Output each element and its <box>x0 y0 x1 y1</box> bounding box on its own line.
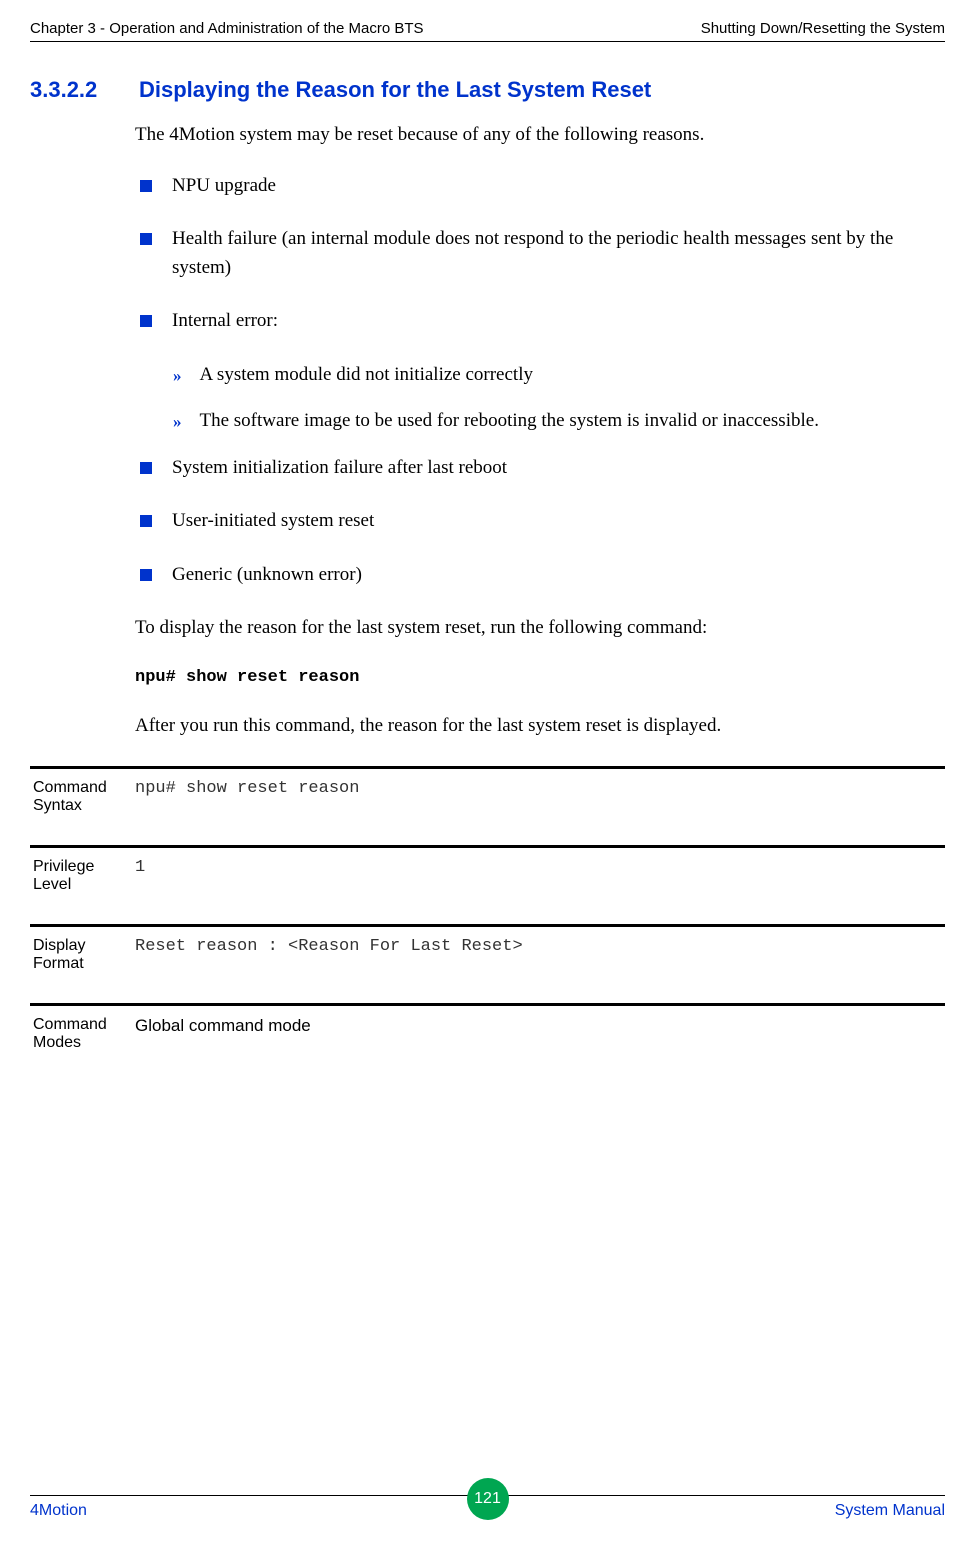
section-number: 3.3.2.2 <box>30 77 135 103</box>
row-value: npu# show reset reason <box>135 779 945 815</box>
header-right: Shutting Down/Resetting the System <box>701 20 945 37</box>
table-row: Command Syntax npu# show reset reason <box>30 766 945 845</box>
square-bullet-icon <box>140 569 152 581</box>
list-item: Health failure (an internal module does … <box>135 225 945 282</box>
row-label: Display Format <box>30 937 135 973</box>
reason-list-continued: System initialization failure after last… <box>135 454 945 590</box>
command-line: npu# show reset reason <box>135 665 945 691</box>
intro-paragraph: The 4Motion system may be reset because … <box>135 121 945 150</box>
list-item-text: User-initiated system reset <box>172 507 374 536</box>
table-row: Command Modes Global command mode <box>30 1003 945 1082</box>
list-item: System initialization failure after last… <box>135 454 945 483</box>
instruction-paragraph: To display the reason for the last syste… <box>135 614 945 643</box>
list-item: Internal error: <box>135 307 945 336</box>
page-footer: 4Motion 121 System Manual <box>30 1495 945 1520</box>
sub-list-item-text: A system module did not initialize corre… <box>200 361 533 390</box>
sub-list-item: » The software image to be used for rebo… <box>173 407 945 436</box>
footer-right: System Manual <box>835 1502 945 1520</box>
row-label: Privilege Level <box>30 858 135 894</box>
row-label: Command Syntax <box>30 779 135 815</box>
row-value: 1 <box>135 858 945 894</box>
list-item-text: NPU upgrade <box>172 172 276 201</box>
row-value: Global command mode <box>135 1016 945 1052</box>
section-title: Displaying the Reason for the Last Syste… <box>139 77 651 103</box>
list-item: Generic (unknown error) <box>135 561 945 590</box>
square-bullet-icon <box>140 233 152 245</box>
sub-list-item-text: The software image to be used for reboot… <box>200 407 819 436</box>
row-value: Reset reason : <Reason For Last Reset> <box>135 937 945 973</box>
section-heading: 3.3.2.2 Displaying the Reason for the La… <box>30 77 945 103</box>
guillemet-icon: » <box>173 409 182 435</box>
table-row: Display Format Reset reason : <Reason Fo… <box>30 924 945 1003</box>
sub-list-item: » A system module did not initialize cor… <box>173 361 945 390</box>
list-item: User-initiated system reset <box>135 507 945 536</box>
footer-left: 4Motion <box>30 1502 87 1520</box>
list-item-text: Generic (unknown error) <box>172 561 362 590</box>
list-item-text: System initialization failure after last… <box>172 454 507 483</box>
page-header: Chapter 3 - Operation and Administration… <box>30 20 945 42</box>
square-bullet-icon <box>140 180 152 192</box>
square-bullet-icon <box>140 315 152 327</box>
list-item-text: Health failure (an internal module does … <box>172 225 945 282</box>
list-item-text: Internal error: <box>172 307 278 336</box>
square-bullet-icon <box>140 515 152 527</box>
result-paragraph: After you run this command, the reason f… <box>135 712 945 741</box>
table-row: Privilege Level 1 <box>30 845 945 924</box>
square-bullet-icon <box>140 462 152 474</box>
reason-list: NPU upgrade Health failure (an internal … <box>135 172 945 336</box>
sub-reason-list: » A system module did not initialize cor… <box>173 361 945 436</box>
guillemet-icon: » <box>173 363 182 389</box>
row-label: Command Modes <box>30 1016 135 1052</box>
header-left: Chapter 3 - Operation and Administration… <box>30 20 424 37</box>
list-item: NPU upgrade <box>135 172 945 201</box>
page-number-badge: 121 <box>467 1478 509 1520</box>
command-details-table: Command Syntax npu# show reset reason Pr… <box>30 766 945 1082</box>
